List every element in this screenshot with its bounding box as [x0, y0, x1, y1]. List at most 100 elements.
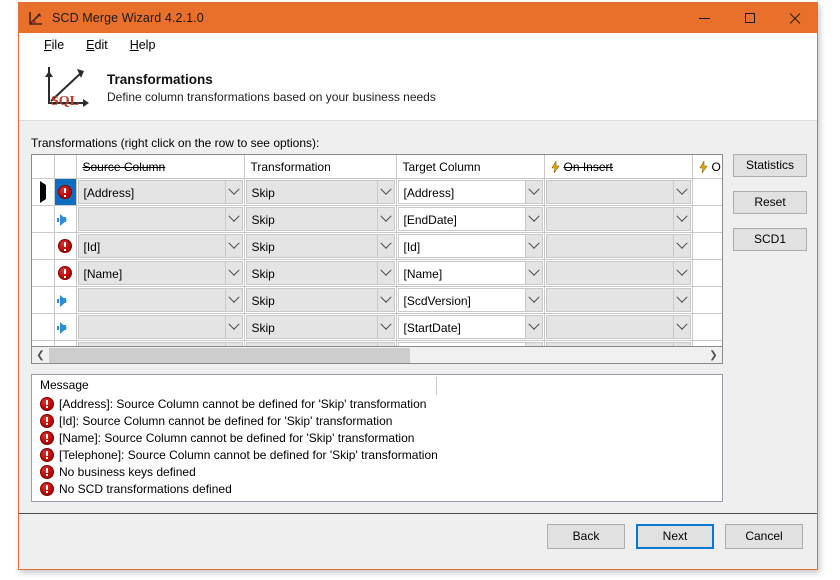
grid-horizontal-scrollbar[interactable]: ❮ ❯ [31, 347, 723, 364]
dropdown-button[interactable] [224, 261, 243, 285]
grid-col-select[interactable] [32, 155, 55, 179]
row-status-cell[interactable] [54, 232, 77, 260]
dropdown-button[interactable] [672, 288, 691, 312]
grid-col-target-column[interactable]: Target Column [396, 155, 545, 179]
row-select-cell[interactable] [32, 313, 55, 341]
dropdown-button[interactable] [524, 315, 543, 339]
statistics-button[interactable]: Statistics [733, 154, 807, 177]
scroll-left-icon[interactable]: ❮ [32, 348, 49, 363]
grid-col-on-update[interactable]: O [692, 155, 722, 179]
transformation-cell[interactable]: Skip [244, 313, 397, 341]
table-row[interactable]: Skip [EndDate] [32, 205, 722, 233]
row-status-cell[interactable] [54, 259, 77, 287]
table-row[interactable]: Skip [ScdVersion] [32, 286, 722, 314]
on-insert-cell[interactable] [544, 178, 693, 206]
target-column-cell[interactable]: [StartDate] [396, 313, 545, 341]
message-panel[interactable]: Message [Address]: Source Column cannot … [31, 374, 723, 502]
menu-edit[interactable]: Edit [75, 36, 119, 54]
row-select-cell[interactable] [32, 259, 55, 287]
dropdown-button[interactable] [224, 180, 243, 204]
row-select-cell[interactable] [32, 286, 55, 314]
table-row[interactable]: Skip [StartDate] [32, 313, 722, 341]
table-row[interactable]: [Name] Skip [Name] [32, 259, 722, 287]
dropdown-button[interactable] [224, 288, 243, 312]
row-select-cell[interactable] [32, 232, 55, 260]
dropdown-button[interactable] [524, 207, 543, 231]
message-item[interactable]: [Name]: Source Column cannot be defined … [32, 429, 722, 446]
cancel-button[interactable]: Cancel [725, 524, 803, 549]
message-item[interactable]: No business keys defined [32, 463, 722, 480]
row-select-cell[interactable] [32, 178, 55, 206]
on-insert-cell[interactable] [544, 232, 693, 260]
source-column-cell[interactable]: [Id] [76, 232, 245, 260]
scrollbar-track[interactable] [49, 347, 705, 363]
grid-col-source-column[interactable]: Source Column [76, 155, 245, 179]
dropdown-button[interactable] [224, 234, 243, 258]
dropdown-button[interactable] [376, 315, 395, 339]
transformation-cell[interactable]: Skip [244, 178, 397, 206]
menu-help[interactable]: Help [119, 36, 167, 54]
target-column-cell[interactable]: [Address] [396, 178, 545, 206]
close-icon[interactable] [772, 3, 817, 33]
source-column-cell[interactable] [76, 205, 245, 233]
source-column-cell[interactable] [76, 313, 245, 341]
dropdown-button[interactable] [224, 315, 243, 339]
on-insert-cell[interactable] [544, 286, 693, 314]
transformation-cell[interactable]: Skip [244, 286, 397, 314]
maximize-icon[interactable] [727, 3, 772, 33]
message-item[interactable]: No SCD transformations defined [32, 480, 722, 497]
dropdown-button[interactable] [672, 315, 691, 339]
reset-button[interactable]: Reset [733, 191, 807, 214]
message-item[interactable]: [Telephone]: Source Column cannot be def… [32, 446, 722, 463]
row-select-cell[interactable] [32, 205, 55, 233]
table-row[interactable]: [Address] Skip [Address] [32, 178, 722, 206]
grid-col-status[interactable] [54, 155, 77, 179]
menu-file[interactable]: File [33, 36, 75, 54]
dropdown-button[interactable] [672, 234, 691, 258]
dropdown-button[interactable] [672, 207, 691, 231]
scd1-button[interactable]: SCD1 [733, 228, 807, 251]
on-update-cell[interactable] [692, 313, 722, 341]
on-update-cell[interactable] [692, 205, 722, 233]
dropdown-button[interactable] [524, 288, 543, 312]
dropdown-button[interactable] [376, 234, 395, 258]
row-status-cell[interactable] [54, 313, 77, 341]
target-column-cell[interactable]: [ScdVersion] [396, 286, 545, 314]
next-button[interactable]: Next [636, 524, 714, 549]
dropdown-button[interactable] [524, 261, 543, 285]
message-item[interactable]: [Address]: Source Column cannot be defin… [32, 395, 722, 412]
dropdown-button[interactable] [224, 207, 243, 231]
back-button[interactable]: Back [547, 524, 625, 549]
message-column-divider[interactable] [436, 377, 437, 395]
dropdown-button[interactable] [524, 180, 543, 204]
on-insert-cell[interactable] [544, 205, 693, 233]
row-status-cell[interactable] [54, 286, 77, 314]
dropdown-button[interactable] [376, 288, 395, 312]
on-insert-cell[interactable] [544, 259, 693, 287]
grid-col-transformation[interactable]: Transformation [244, 155, 397, 179]
grid-col-on-insert[interactable]: On Insert [544, 155, 693, 179]
scroll-right-icon[interactable]: ❯ [705, 348, 722, 363]
row-status-cell[interactable] [54, 205, 77, 233]
transformations-grid[interactable]: Source Column Transformation Target Colu… [31, 154, 723, 347]
dropdown-button[interactable] [672, 180, 691, 204]
dropdown-button[interactable] [672, 261, 691, 285]
source-column-cell[interactable]: [Address] [76, 178, 245, 206]
dropdown-button[interactable] [376, 207, 395, 231]
transformation-cell[interactable]: Skip [244, 205, 397, 233]
transformation-cell[interactable]: Skip [244, 259, 397, 287]
scrollbar-thumb[interactable] [49, 347, 410, 363]
on-update-cell[interactable] [692, 259, 722, 287]
message-item[interactable]: [Id]: Source Column cannot be defined fo… [32, 412, 722, 429]
dropdown-button[interactable] [376, 261, 395, 285]
table-row[interactable]: [Id] Skip [Id] [32, 232, 722, 260]
transformation-cell[interactable]: Skip [244, 232, 397, 260]
row-status-cell[interactable] [54, 178, 77, 206]
on-update-cell[interactable] [692, 286, 722, 314]
on-update-cell[interactable] [692, 232, 722, 260]
minimize-icon[interactable] [682, 3, 727, 33]
source-column-cell[interactable] [76, 286, 245, 314]
dropdown-button[interactable] [524, 234, 543, 258]
on-update-cell[interactable] [692, 178, 722, 206]
dropdown-button[interactable] [376, 180, 395, 204]
